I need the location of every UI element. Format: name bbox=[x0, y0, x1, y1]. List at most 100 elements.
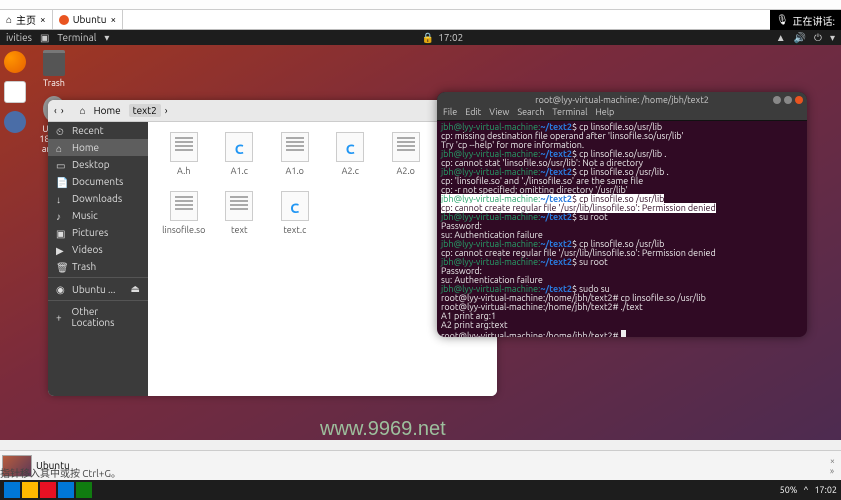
sidebar-desktop[interactable]: ▭ Desktop bbox=[48, 156, 148, 173]
minimize-icon[interactable] bbox=[773, 96, 781, 104]
file-name: text.c bbox=[283, 225, 306, 235]
ubuntu-icon bbox=[59, 15, 69, 25]
file-item[interactable]: A2.o bbox=[380, 132, 432, 187]
maximize-icon[interactable] bbox=[784, 96, 792, 104]
videos-icon: ▶ bbox=[56, 245, 66, 255]
tray-icon[interactable]: ^ bbox=[803, 485, 808, 495]
tab-ubuntu[interactable]: Ubuntu× bbox=[53, 10, 123, 29]
taskbar-app-icon[interactable] bbox=[58, 482, 74, 498]
path-home[interactable]: Home bbox=[90, 104, 125, 117]
c-file-icon bbox=[281, 191, 309, 221]
menu-terminal[interactable]: Terminal bbox=[552, 107, 587, 120]
trash-icon bbox=[43, 50, 65, 76]
eject-icon[interactable]: ⏏ bbox=[131, 283, 140, 295]
help-icon[interactable] bbox=[4, 111, 26, 133]
start-icon[interactable] bbox=[4, 482, 20, 498]
taskbar-app-icon[interactable] bbox=[22, 482, 38, 498]
menu-search[interactable]: Search bbox=[517, 107, 544, 120]
menu-help[interactable]: Help bbox=[595, 107, 614, 120]
chevron-down-icon: ▾ bbox=[830, 32, 835, 44]
sidebar-home[interactable]: ⌂Home bbox=[48, 139, 148, 156]
file-item[interactable]: A.h bbox=[158, 132, 210, 187]
file-name: A.h bbox=[177, 166, 190, 176]
file-name: A2.c bbox=[342, 166, 359, 176]
gnome-top-bar: ivities▣Terminal▾ 🔒17:02 ▲🔊⏻▾ bbox=[0, 30, 841, 45]
power-icon[interactable]: ⏻ bbox=[814, 32, 822, 44]
sidebar-documents[interactable]: 📄Documents bbox=[48, 173, 148, 190]
trash-icon: 🗑 bbox=[56, 262, 66, 272]
menu-file[interactable]: File bbox=[443, 107, 457, 120]
desktop-icon: ▭ bbox=[56, 160, 66, 170]
terminal-icon: ▣ bbox=[40, 32, 49, 44]
path-current[interactable]: text2 bbox=[129, 104, 161, 117]
sidebar-other[interactable]: +Other Locations bbox=[48, 303, 148, 331]
terminal-window: root@lyy-virtual-machine: /home/jbh/text… bbox=[437, 92, 807, 337]
sidebar-downloads[interactable]: ↓ Downloads bbox=[48, 190, 148, 207]
forward-icon[interactable]: › bbox=[61, 105, 64, 116]
text-file-icon bbox=[225, 191, 253, 221]
close-icon[interactable]: × bbox=[40, 14, 46, 25]
terminal-titlebar[interactable]: root@lyy-virtual-machine: /home/jbh/text… bbox=[437, 92, 807, 107]
file-manager-window: ‹ › ⌂ Home text2 › 🔍 ▦ ≡ ⏲Recent ⌂Home ▭… bbox=[48, 100, 497, 396]
sidebar-ubuntu-disk[interactable]: ◉Ubuntu ...⏏ bbox=[48, 280, 148, 298]
file-item[interactable]: text bbox=[214, 191, 266, 246]
vm-tab-bar: ⌂主页× Ubuntu× bbox=[0, 10, 841, 30]
clock[interactable]: 17:02 bbox=[438, 32, 463, 43]
taskbar-app-icon[interactable] bbox=[76, 482, 92, 498]
sidebar-label: Pictures bbox=[72, 227, 108, 238]
sidebar-pictures[interactable]: ▣Pictures bbox=[48, 224, 148, 241]
trash-desktop[interactable]: Trash bbox=[34, 50, 74, 88]
sidebar-label: Downloads bbox=[72, 193, 122, 204]
software-icon[interactable] bbox=[4, 81, 26, 103]
file-item[interactable]: A1.o bbox=[269, 132, 321, 187]
host-toolbar bbox=[0, 0, 841, 10]
close-icon[interactable] bbox=[795, 96, 803, 104]
file-item[interactable]: linsofile.so bbox=[158, 191, 210, 246]
sidebar-label: Videos bbox=[72, 244, 103, 255]
home-icon: ⌂ bbox=[6, 14, 12, 26]
documents-icon: 📄 bbox=[56, 177, 66, 187]
volume-icon[interactable]: 🔊 bbox=[794, 32, 806, 44]
plus-icon: + bbox=[56, 312, 66, 322]
firefox-icon[interactable] bbox=[4, 51, 26, 73]
network-icon[interactable]: ▲ bbox=[776, 32, 786, 44]
sidebar-videos[interactable]: ▶ Videos bbox=[48, 241, 148, 258]
trash-label: Trash bbox=[43, 78, 65, 88]
nautilus-header: ‹ › ⌂ Home text2 › 🔍 ▦ ≡ bbox=[48, 100, 497, 122]
header-file-icon bbox=[170, 132, 198, 162]
sidebar-recent[interactable]: ⏲Recent bbox=[48, 122, 148, 139]
app-menu[interactable]: Terminal bbox=[57, 32, 96, 43]
home-icon: ⌂ bbox=[80, 105, 86, 117]
file-item[interactable]: A1.c bbox=[214, 132, 266, 187]
back-icon[interactable]: ‹ bbox=[54, 105, 57, 116]
file-item[interactable]: text.c bbox=[269, 191, 321, 246]
downloads-icon: ↓ bbox=[56, 194, 66, 204]
host-taskbar: Ubuntu ×» bbox=[0, 450, 841, 480]
sidebar-trash[interactable]: 🗑 Trash bbox=[48, 258, 148, 275]
taskbar-app-icon[interactable] bbox=[40, 482, 56, 498]
file-item[interactable]: A2.c bbox=[325, 132, 377, 187]
nautilus-sidebar: ⏲Recent ⌂Home ▭ Desktop 📄Documents ↓ Downl… bbox=[48, 122, 148, 396]
windows-taskbar: 50% ^ 17:02 bbox=[0, 480, 841, 500]
menu-view[interactable]: View bbox=[489, 107, 509, 120]
close-icon[interactable]: × bbox=[110, 14, 116, 25]
sidebar-label: Music bbox=[72, 210, 98, 221]
sidebar-label: Trash bbox=[72, 261, 96, 272]
file-name: A2.o bbox=[397, 166, 415, 176]
chevron-down-icon: ▾ bbox=[104, 32, 109, 44]
ubuntu-desktop: ivities▣Terminal▾ 🔒17:02 ▲🔊⏻▾ Trash Ubu.… bbox=[0, 30, 841, 440]
sidebar-music[interactable]: ♪Music bbox=[48, 207, 148, 224]
file-name: A1.o bbox=[286, 166, 304, 176]
activities-button[interactable]: ivities bbox=[6, 32, 32, 43]
system-time[interactable]: 17:02 bbox=[814, 485, 837, 495]
object-file-icon bbox=[281, 132, 309, 162]
terminal-content[interactable]: jbh@lyy-virtual-machine:~/text2$ cp lins… bbox=[437, 121, 807, 337]
zoom-label: 50% bbox=[780, 485, 798, 495]
expand-icon[interactable]: » bbox=[830, 466, 834, 476]
close-icon[interactable]: × bbox=[830, 456, 835, 466]
talking-label: 正在讲话: bbox=[793, 13, 835, 28]
menu-edit[interactable]: Edit bbox=[465, 107, 481, 120]
tab-home[interactable]: ⌂主页× bbox=[0, 10, 53, 29]
sidebar-label: Desktop bbox=[72, 159, 110, 170]
path-chevron-icon: › bbox=[165, 105, 168, 116]
